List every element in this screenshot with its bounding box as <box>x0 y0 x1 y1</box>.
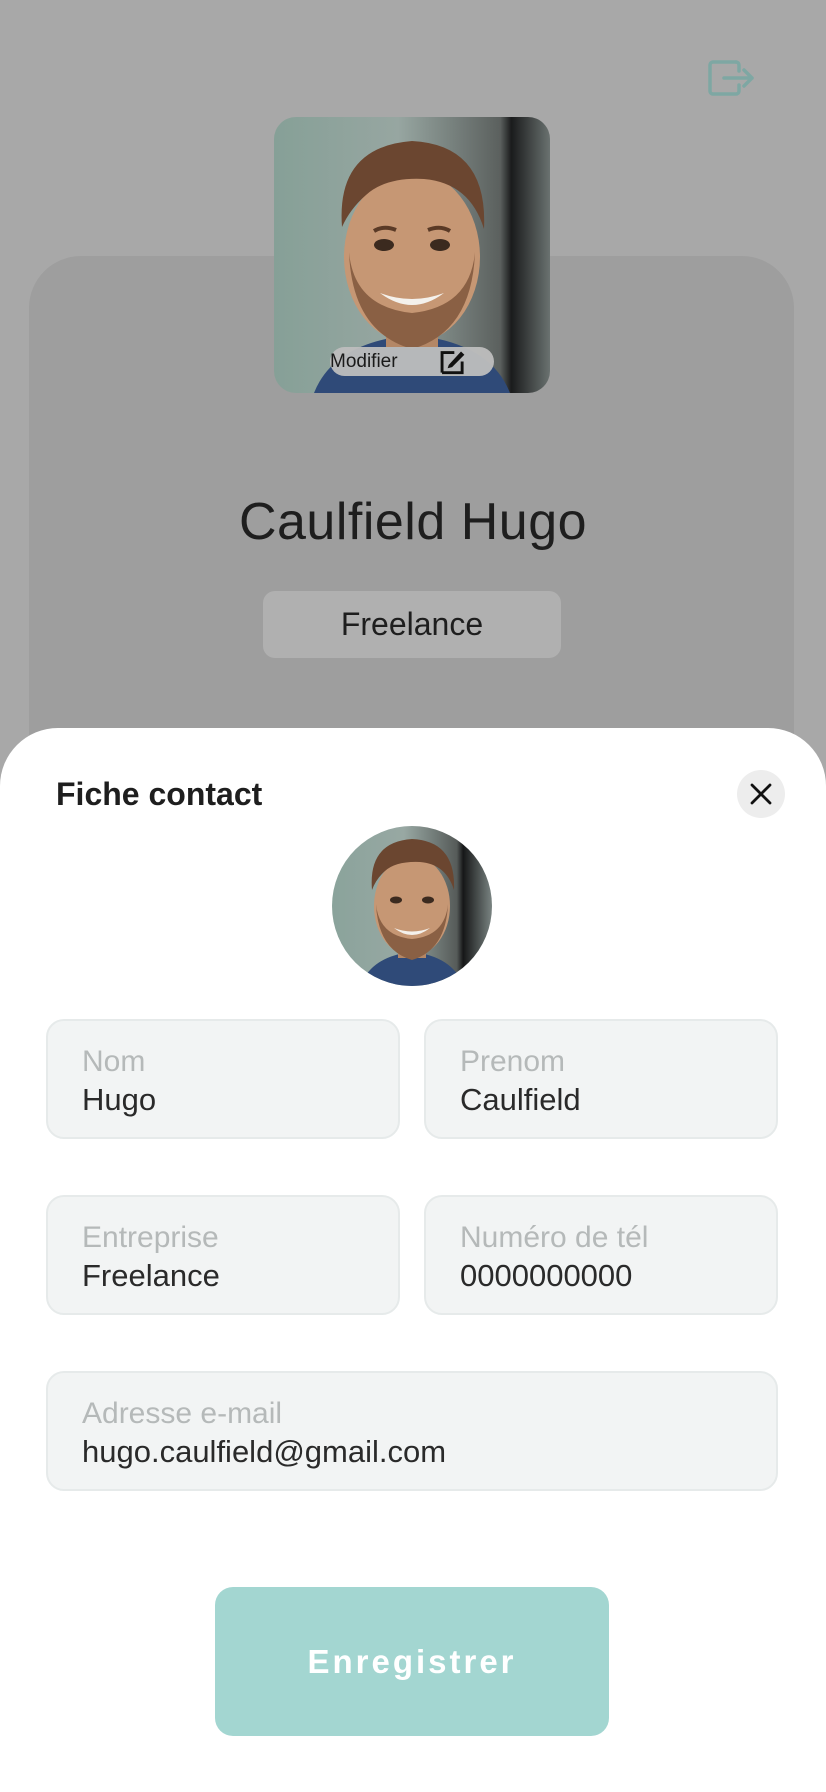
email-label: Adresse e-mail <box>82 1397 283 1430</box>
company-value[interactable]: Freelance <box>82 1257 398 1295</box>
company-field[interactable]: Entreprise Freelance <box>46 1195 400 1315</box>
company-badge: Freelance <box>263 591 561 658</box>
first-name-label: Prenom <box>460 1045 566 1078</box>
company-label: Entreprise <box>82 1221 219 1254</box>
sheet-title: Fiche contact <box>56 776 263 812</box>
profile-name: Caulfield Hugo <box>238 493 588 551</box>
first-name-value[interactable]: Caulfield <box>460 1081 776 1119</box>
edit-photo-label: Modifier <box>330 350 398 372</box>
email-field[interactable]: Adresse e-mail hugo.caulfield@gmail.com <box>46 1371 778 1491</box>
phone-field[interactable]: Numéro de tél 0000000000 <box>424 1195 778 1315</box>
save-button[interactable]: Enregistrer <box>215 1587 609 1736</box>
edit-photo-button[interactable]: Modifier <box>330 347 494 376</box>
phone-label: Numéro de tél <box>460 1221 649 1254</box>
edit-icon <box>440 351 464 375</box>
logout-button[interactable] <box>704 54 760 102</box>
profile-photo[interactable]: Modifier <box>274 117 550 393</box>
contact-avatar-image <box>332 826 492 986</box>
last-name-field[interactable]: Nom Hugo <box>46 1019 400 1139</box>
logout-icon <box>708 60 754 96</box>
last-name-value[interactable]: Hugo <box>82 1081 398 1119</box>
close-icon <box>750 783 772 805</box>
contact-avatar <box>332 826 492 986</box>
email-value[interactable]: hugo.caulfield@gmail.com <box>82 1433 776 1471</box>
phone-value[interactable]: 0000000000 <box>460 1257 776 1295</box>
first-name-field[interactable]: Prenom Caulfield <box>424 1019 778 1139</box>
close-button[interactable] <box>737 770 785 818</box>
last-name-label: Nom <box>82 1045 146 1078</box>
contact-sheet: Fiche contact Nom Hugo Prenom Caulfield … <box>0 728 826 1792</box>
